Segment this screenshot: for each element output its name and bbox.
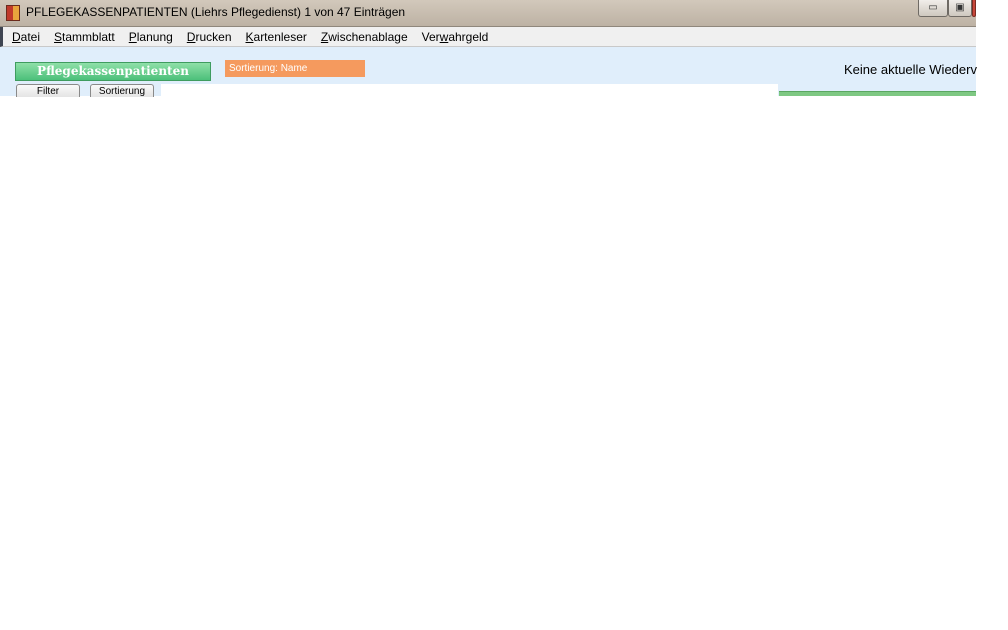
minimize-button[interactable]: ▭ [918,0,948,17]
app-icon [6,5,20,21]
sort-button[interactable]: Sortierung [90,84,154,97]
menu-stammblatt[interactable]: Stammblatt [54,30,115,44]
menu-drucken[interactable]: Drucken [187,30,232,44]
window-titlebar[interactable]: PFLEGEKASSENPATIENTEN (Liehrs Pflegedien… [0,0,976,27]
menu-kartenleser[interactable]: Kartenleser [246,30,307,44]
header-panel: Pflegekassenpatienten Sortierung: Name K… [0,47,977,97]
status-text: Keine aktuelle Wiederv [844,62,977,77]
menu-datei[interactable]: Datei [12,30,40,44]
filter-button[interactable]: Filter [16,84,80,97]
minimize-icon: ▭ [928,2,938,13]
menu-planung[interactable]: Planung [129,30,173,44]
maximize-button[interactable]: ▣ [948,0,972,17]
menu-verwahrgeld[interactable]: Verwahrgeld [422,30,489,44]
menu-bar: Datei Stammblatt Planung Drucken Kartenl… [0,27,976,47]
close-button[interactable] [972,0,976,17]
status-bar [779,91,976,96]
list-area [161,84,778,96]
section-title-button[interactable]: Pflegekassenpatienten [15,62,211,81]
window-title: PFLEGEKASSENPATIENTEN (Liehrs Pflegedien… [26,5,406,19]
menu-zwischenablage[interactable]: Zwischenablage [321,30,408,44]
sort-label: Sortierung: Name [225,60,365,77]
maximize-icon: ▣ [955,2,965,13]
